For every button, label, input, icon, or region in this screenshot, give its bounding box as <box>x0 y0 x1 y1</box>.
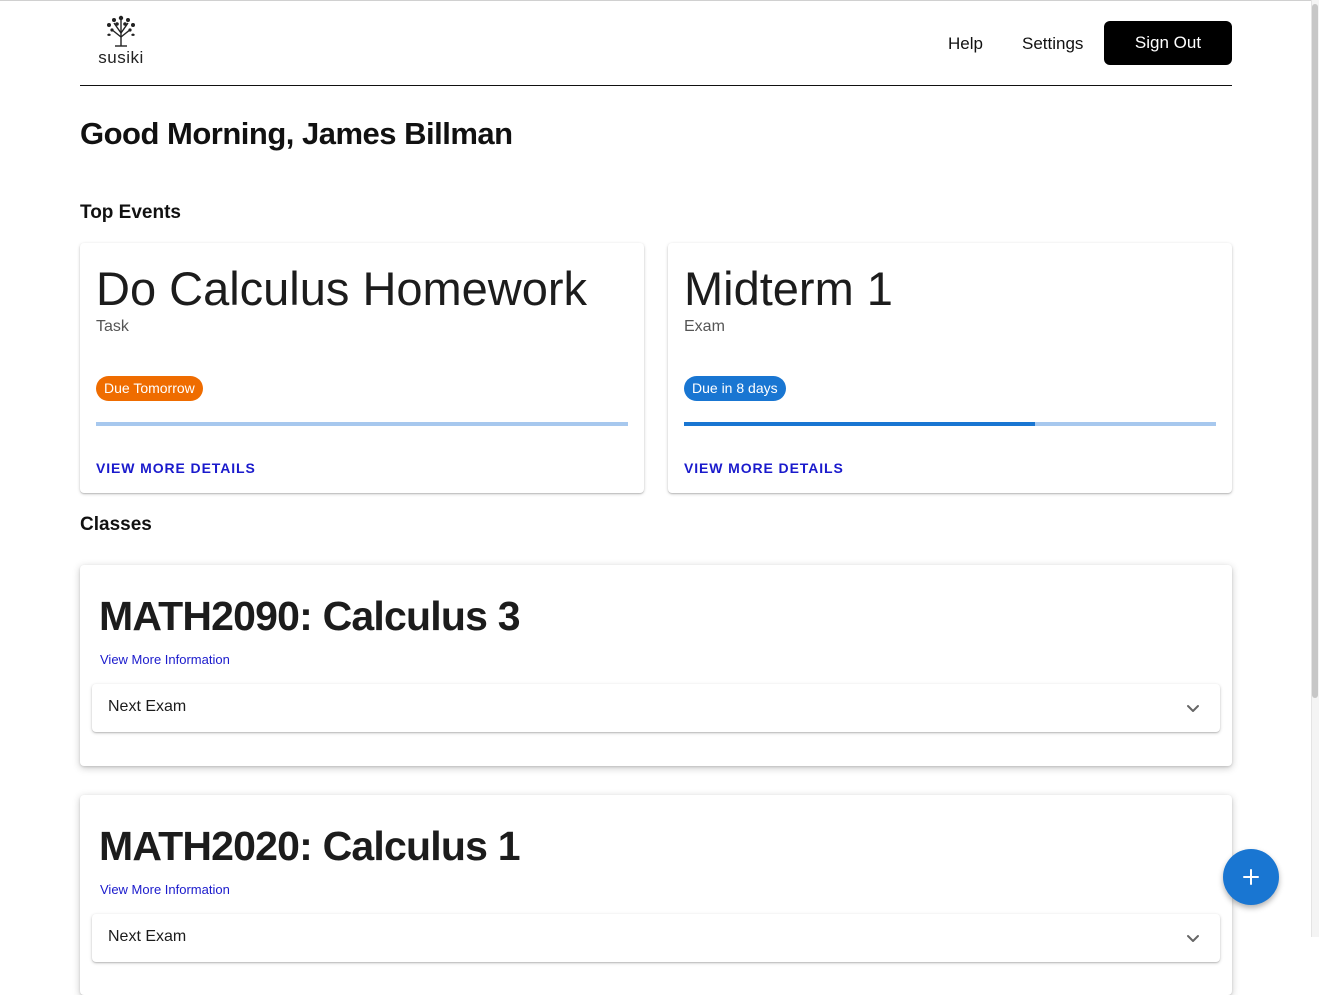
accordion-label: Next Exam <box>108 698 187 715</box>
settings-link[interactable]: Settings <box>1022 34 1083 54</box>
view-more-information-link[interactable]: View More Information <box>100 882 230 897</box>
event-type: Exam <box>684 318 725 335</box>
accordion-label: Next Exam <box>108 928 187 945</box>
top-nav-bar: susiki Help Settings Sign Out <box>80 3 1232 86</box>
plus-icon <box>1243 869 1259 885</box>
add-fab-button[interactable] <box>1223 849 1279 905</box>
event-card: Midterm 1 Exam Due in 8 days View More D… <box>668 243 1232 493</box>
view-more-details-link[interactable]: View More Details <box>96 460 256 476</box>
due-badge: Due in 8 days <box>684 376 786 401</box>
scrollbar-thumb[interactable] <box>1312 4 1318 698</box>
event-type: Task <box>96 318 129 335</box>
event-title: Midterm 1 <box>684 262 893 315</box>
tree-logo-icon <box>107 15 135 47</box>
next-exam-accordion[interactable]: Next Exam <box>92 684 1220 732</box>
view-more-information-link[interactable]: View More Information <box>100 652 230 667</box>
class-card: MATH2090: Calculus 3 View More Informati… <box>80 565 1232 766</box>
event-progress-bar <box>684 422 1216 426</box>
chevron-down-icon <box>1187 705 1199 712</box>
event-card: Do Calculus Homework Task Due Tomorrow V… <box>80 243 644 493</box>
help-link[interactable]: Help <box>948 34 983 54</box>
classes-heading: Classes <box>80 514 152 535</box>
event-progress-bar <box>96 422 628 426</box>
top-events-heading: Top Events <box>80 202 181 223</box>
logo-text: susiki <box>98 48 144 67</box>
next-exam-accordion[interactable]: Next Exam <box>92 914 1220 962</box>
scrollbar[interactable] <box>1311 0 1319 937</box>
event-title: Do Calculus Homework <box>96 262 588 315</box>
chevron-down-icon <box>1187 935 1199 942</box>
class-title: MATH2090: Calculus 3 <box>99 593 521 639</box>
class-title: MATH2020: Calculus 1 <box>99 823 521 869</box>
view-more-details-link[interactable]: View More Details <box>684 460 844 476</box>
greeting-heading: Good Morning, James Billman <box>80 116 513 151</box>
progress-fill <box>684 422 1036 426</box>
class-card: MATH2020: Calculus 1 View More Informati… <box>80 795 1232 995</box>
sign-out-button[interactable]: Sign Out <box>1104 21 1232 65</box>
susiki-logo[interactable]: susiki <box>96 15 146 69</box>
due-badge: Due Tomorrow <box>96 376 203 401</box>
